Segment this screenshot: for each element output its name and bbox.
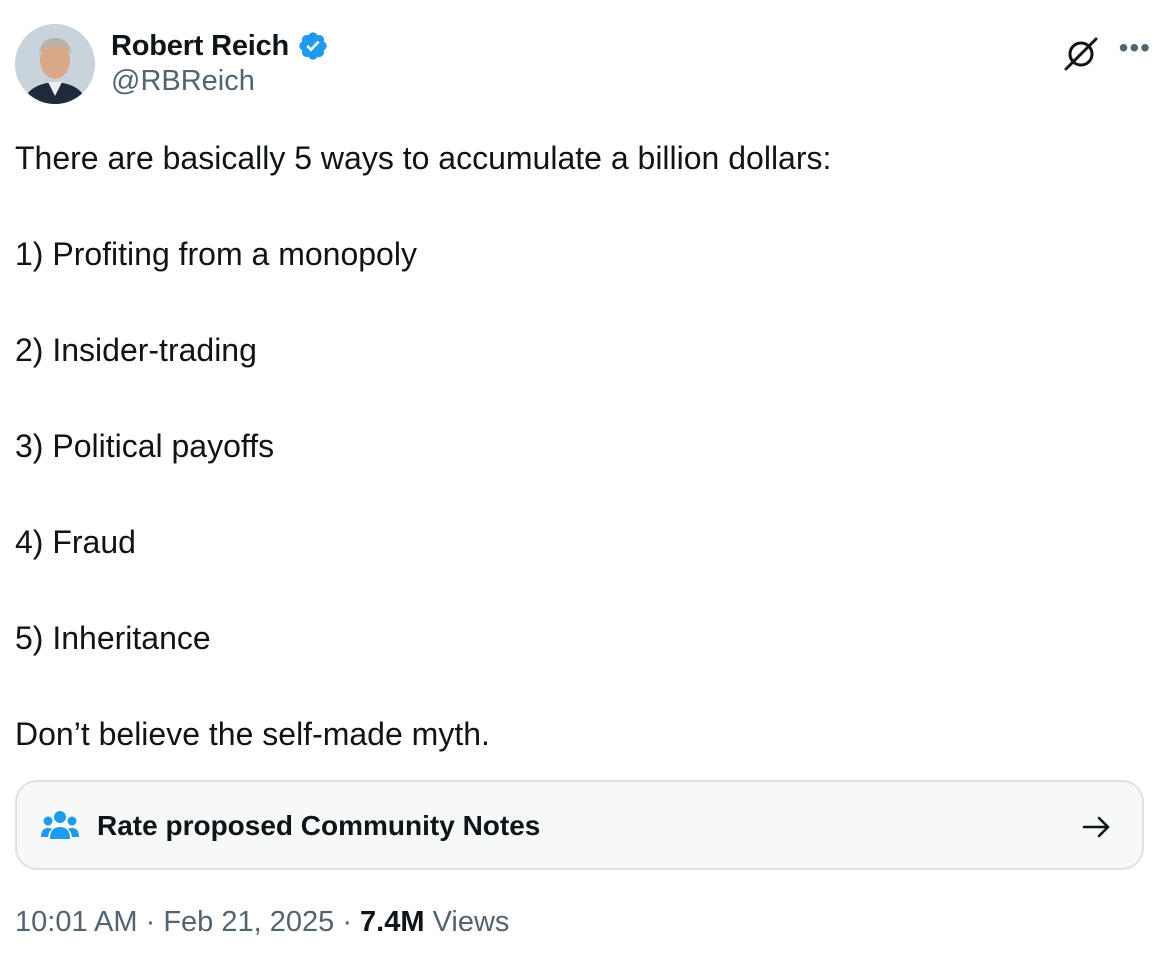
more-icon[interactable]: ••• (1119, 34, 1151, 62)
top-actions: ••• (1061, 34, 1151, 74)
verified-badge-icon (299, 32, 327, 60)
tweet-time[interactable]: 10:01 AM (15, 906, 138, 938)
meta-separator: · (145, 906, 156, 938)
tweet-text: There are basically 5 ways to accumulate… (15, 134, 1145, 758)
handle[interactable]: @RBReich (111, 65, 329, 98)
display-name[interactable]: Robert Reich (111, 30, 289, 63)
author-block: Robert Reich @RBReich (111, 26, 329, 98)
arrow-right-icon (1082, 816, 1110, 838)
grok-icon[interactable] (1061, 34, 1101, 74)
views-count[interactable]: 7.4M (360, 906, 424, 938)
tweet-meta: 10:01 AM · Feb 21, 2025 · 7.4M Views (15, 906, 509, 939)
tweet-line: 5) Inheritance (15, 620, 211, 656)
tweet-line: 1) Profiting from a monopoly (15, 236, 417, 272)
tweet-line: There are basically 5 ways to accumulate… (15, 140, 832, 176)
community-notes-button[interactable]: Rate proposed Community Notes (15, 780, 1144, 870)
people-icon (41, 811, 79, 839)
meta-separator: · (342, 906, 352, 938)
tweet-line: 3) Political payoffs (15, 428, 275, 464)
avatar[interactable] (15, 24, 95, 104)
views-label: Views (432, 906, 510, 938)
tweet-date[interactable]: Feb 21, 2025 (163, 906, 334, 938)
tweet-line: Don’t believe the self-made myth. (15, 716, 490, 752)
tweet-line: 4) Fraud (15, 524, 136, 560)
tweet-header: Robert Reich @RBReich ••• (15, 24, 1151, 106)
tweet-line: 2) Insider-trading (15, 332, 257, 368)
profile-photo (15, 24, 95, 104)
community-notes-label: Rate proposed Community Notes (97, 810, 541, 841)
